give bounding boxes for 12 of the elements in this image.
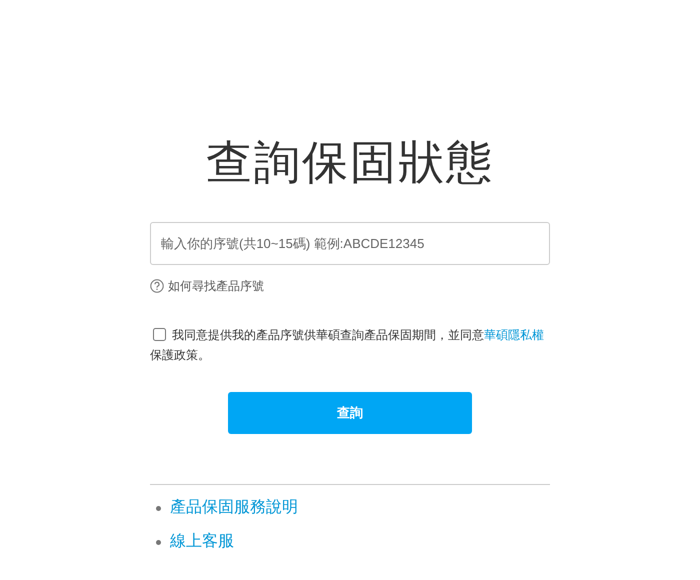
help-link[interactable]: 如何尋找產品序號 <box>150 277 264 295</box>
consent-checkbox[interactable] <box>153 328 166 341</box>
bullet-icon <box>156 540 161 544</box>
consent-text: 我同意提供我的產品序號供華碩查詢產品保固期間，並同意華碩隱私權 保護政策。 <box>150 327 545 364</box>
info-link[interactable]: 線上客服 <box>170 531 234 553</box>
submit-button[interactable]: 查詢 <box>228 392 472 434</box>
privacy-link[interactable]: 華碩隱私權 <box>484 328 544 342</box>
page-title: 查詢保固狀態 <box>206 135 494 190</box>
info-link[interactable]: 產品保固服務說明 <box>170 497 298 519</box>
serial-input-field[interactable]: 輸入你的序號(共10~15碼) 範例:ABCDE12345 <box>150 222 550 265</box>
help-icon <box>150 279 164 293</box>
bullet-icon <box>156 506 161 510</box>
